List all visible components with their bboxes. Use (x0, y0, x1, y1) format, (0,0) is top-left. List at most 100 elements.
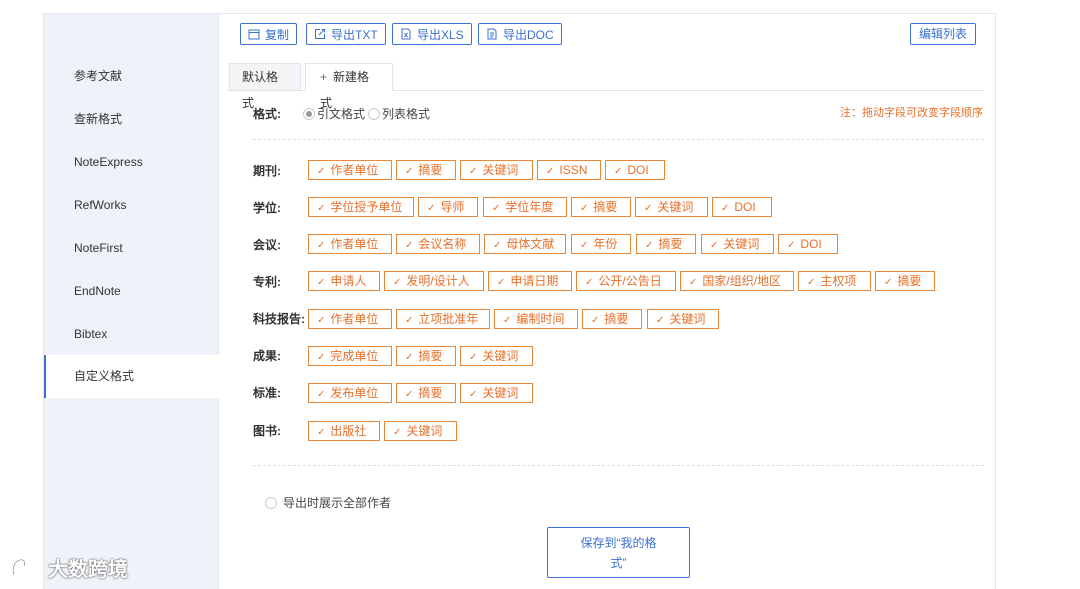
field-chip-label: 作者单位 (330, 237, 379, 251)
field-chip-label: 关键词 (482, 349, 519, 363)
check-icon: ✓ (580, 240, 589, 251)
field-chip[interactable]: ✓ 关键词 (384, 421, 457, 441)
field-chip[interactable]: ✓ 公开/公告日 (576, 271, 676, 291)
sidebar-item-endnote[interactable]: EndNote (44, 270, 219, 313)
field-chip[interactable]: ✓ 主权项 (798, 271, 871, 291)
field-chip[interactable]: ✓ 完成单位 (308, 346, 392, 366)
field-chip-label: 学位授予单位 (330, 200, 403, 214)
field-chip-label: ISSN (559, 163, 588, 177)
field-chip[interactable]: ✓ 摘要 (571, 197, 631, 217)
field-chip[interactable]: ✓ 出版社 (308, 421, 380, 441)
copy-icon (248, 29, 260, 40)
field-chip-label: DOI (800, 237, 822, 251)
field-chip[interactable]: ✓ DOI (712, 197, 772, 217)
check-icon: ✓ (317, 277, 326, 288)
field-chip[interactable]: ✓ 关键词 (460, 383, 533, 403)
export-icon (315, 29, 325, 39)
field-chip-label: 立项批准年 (418, 312, 479, 326)
copy-button[interactable]: 复制 (240, 23, 298, 45)
app-frame: 参考文献 查新格式 NoteExpress RefWorks NoteFirst… (43, 13, 996, 589)
field-chip[interactable]: ✓ 关键词 (460, 160, 533, 180)
check-icon: ✓ (405, 389, 414, 400)
field-chip[interactable]: ✓ ISSN (537, 160, 601, 180)
field-chip-label: 编制时间 (516, 312, 565, 326)
copy-label: 复制 (265, 27, 290, 42)
radio-icon (368, 107, 380, 120)
field-chip[interactable]: ✓ 年份 (571, 234, 631, 254)
sidebar-item-noteexpress[interactable]: NoteExpress (44, 141, 219, 184)
sidebar: 参考文献 查新格式 NoteExpress RefWorks NoteFirst… (44, 14, 220, 589)
export-txt-button[interactable]: 导出TXT (306, 23, 386, 45)
field-chip[interactable]: ✓ 学位年度 (483, 197, 567, 217)
check-icon: ✓ (405, 352, 414, 363)
save-to-my-format-button[interactable]: 保存到“我的格 式” (547, 527, 690, 578)
field-chip[interactable]: ✓ 母体文献 (484, 234, 566, 254)
field-chip[interactable]: ✓ 关键词 (635, 197, 708, 217)
check-icon: ✓ (503, 315, 512, 326)
tab-new-format[interactable]: + 新建格式 (305, 63, 393, 110)
field-chip[interactable]: ✓ 摘要 (875, 271, 935, 291)
field-chip[interactable]: ✓ 导师 (418, 197, 478, 217)
check-icon: ✓ (405, 166, 414, 177)
field-chip[interactable]: ✓ 国家/组织/地区 (680, 271, 794, 291)
field-chip[interactable]: ✓ 作者单位 (308, 160, 392, 180)
sidebar-item-bibtex[interactable]: Bibtex (44, 313, 219, 356)
check-icon: ✓ (614, 166, 623, 177)
field-chip-label: 主权项 (820, 274, 857, 288)
field-chip-label: 发明/设计人 (406, 274, 470, 288)
field-chip[interactable]: ✓ 申请人 (308, 271, 380, 291)
radio-citation-label: 引文格式 (317, 107, 366, 121)
sidebar-item-custom-format[interactable]: 自定义格式 (44, 355, 220, 398)
sidebar-item-refworks[interactable]: RefWorks (44, 184, 219, 227)
radio-citation-format[interactable]: 引文格式 (303, 105, 365, 122)
field-chip[interactable]: ✓ 摘要 (396, 383, 456, 403)
field-chip[interactable]: ✓ 作者单位 (308, 309, 392, 329)
row-label-journal: 期刊: (253, 164, 281, 178)
field-chip-label: 会议名称 (418, 237, 467, 251)
sidebar-item-notefirst[interactable]: NoteFirst (44, 227, 219, 270)
export-xls-button[interactable]: 导出XLS (392, 23, 472, 45)
check-icon: ✓ (493, 240, 502, 251)
check-icon: ✓ (317, 352, 326, 363)
field-chip[interactable]: ✓ 摘要 (396, 160, 456, 180)
field-chip-label: DOI (627, 163, 649, 177)
tab-default-format[interactable]: 默认格式 (229, 63, 301, 110)
check-icon: ✓ (710, 240, 719, 251)
sidebar-item-novelty-format[interactable]: 查新格式 (44, 98, 219, 141)
check-icon: ✓ (469, 166, 478, 177)
field-chip-label: 母体文献 (506, 237, 555, 251)
field-chip-label: 导师 (440, 200, 465, 214)
field-chip[interactable]: ✓ DOI (778, 234, 838, 254)
check-icon: ✓ (645, 240, 654, 251)
field-chip[interactable]: ✓ 学位授予单位 (308, 197, 414, 217)
field-chip[interactable]: ✓ 编制时间 (494, 309, 578, 329)
field-chip-label: 作者单位 (330, 163, 379, 177)
watermark-logo-icon (12, 558, 42, 575)
edit-list-button[interactable]: 编辑列表 (910, 23, 977, 45)
field-chip[interactable]: ✓ 发布单位 (308, 383, 392, 403)
field-chip-label: 完成单位 (330, 349, 379, 363)
export-txt-label: 导出TXT (331, 27, 378, 42)
field-chip[interactable]: ✓ DOI (605, 160, 665, 180)
radio-list-format[interactable]: 列表格式 (368, 105, 430, 122)
tab-new-format-label: 新建格式 (320, 70, 370, 110)
field-chip[interactable]: ✓ 关键词 (460, 346, 533, 366)
field-chip[interactable]: ✓ 作者单位 (308, 234, 392, 254)
sidebar-item-references[interactable]: 参考文献 (44, 55, 219, 98)
field-chip[interactable]: ✓ 摘要 (582, 309, 642, 329)
field-chip-label: 发布单位 (330, 386, 379, 400)
field-chip[interactable]: ✓ 关键词 (701, 234, 774, 254)
export-doc-button[interactable]: 导出DOC (478, 23, 562, 45)
field-chip[interactable]: ✓ 申请日期 (488, 271, 572, 291)
field-chip[interactable]: ✓ 关键词 (647, 309, 719, 329)
field-chip[interactable]: ✓ 立项批准年 (396, 309, 490, 329)
show-all-authors-option[interactable]: 导出时展示全部作者 (265, 494, 391, 511)
field-chip[interactable]: ✓ 发明/设计人 (384, 271, 484, 291)
field-chip[interactable]: ✓ 摘要 (396, 346, 456, 366)
field-chip-label: 关键词 (723, 237, 760, 251)
format-tabs: 默认格式 + 新建格式 (229, 63, 984, 110)
field-chip[interactable]: ✓ 会议名称 (396, 234, 480, 254)
field-chip[interactable]: ✓ 摘要 (636, 234, 696, 254)
radio-icon (265, 496, 277, 509)
export-doc-label: 导出DOC (503, 27, 554, 42)
